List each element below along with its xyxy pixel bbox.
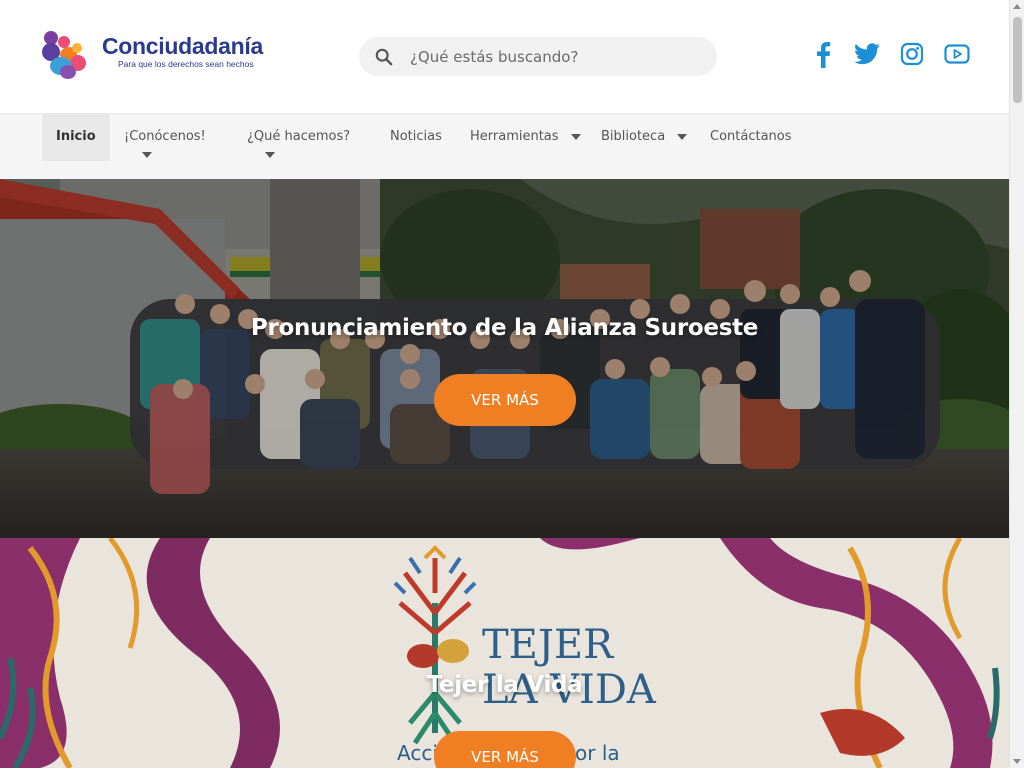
site-logo[interactable]: Conciudadanía Para que los derechos sean… — [42, 31, 263, 83]
page: Conciudadanía Para que los derechos sean… — [0, 0, 1009, 768]
page-scrollbar[interactable] — [1009, 0, 1024, 768]
search-input[interactable] — [410, 47, 690, 66]
hero-slide: TEJER LA VIDA Acci or la Tejer la Vida V… — [0, 538, 1009, 768]
nav-item-inicio[interactable]: Inicio — [42, 114, 110, 161]
chevron-down-icon — [142, 152, 152, 158]
group-photo — [0, 179, 1009, 538]
search-icon[interactable] — [375, 48, 393, 66]
artwork-text: TEJER — [482, 622, 615, 668]
instagram-icon[interactable] — [897, 40, 927, 68]
facebook-icon[interactable] — [808, 40, 838, 68]
slide-title: Pronunciamiento de la Alianza Suroeste — [250, 315, 759, 341]
ver-mas-button[interactable]: VER MÁS — [434, 731, 576, 768]
nav-item-label: Herramientas — [470, 129, 559, 144]
nav-item-label: Contáctanos — [710, 129, 792, 144]
chevron-down-icon — [677, 133, 688, 140]
nav-item-label: ¿Qué hacemos? — [247, 129, 351, 144]
site-header: Conciudadanía Para que los derechos sean… — [0, 0, 1009, 113]
nav-item-conocenos[interactable]: ¡Conócenos! — [124, 114, 206, 161]
chevron-down-icon — [570, 133, 581, 140]
twitter-icon[interactable] — [852, 40, 882, 68]
scroll-down-icon[interactable] — [1013, 759, 1021, 764]
logo-mark-icon — [42, 31, 96, 83]
nav-item-label: Biblioteca — [601, 129, 666, 144]
nav-item-herramientas[interactable]: Herramientas — [470, 114, 581, 161]
nav-item-que-hacemos[interactable]: ¿Qué hacemos? — [247, 114, 350, 161]
nav-item-contactanos[interactable]: Contáctanos — [710, 114, 792, 161]
scroll-up-icon[interactable] — [1013, 4, 1021, 9]
slide-title: Tejer la Vida — [426, 672, 583, 698]
search-bar — [359, 37, 717, 76]
nav-item-noticias[interactable]: Noticias — [390, 114, 442, 161]
nav-item-label: Inicio — [56, 129, 96, 144]
artwork-text: or la — [575, 741, 620, 765]
artwork-text: Acci — [397, 741, 438, 765]
nav-item-biblioteca[interactable]: Biblioteca — [601, 114, 688, 161]
logo-tagline: Para que los derechos sean hechos — [118, 59, 254, 69]
nav-item-label: ¡Conócenos! — [124, 129, 206, 144]
main-nav: Inicio ¡Conócenos! ¿Qué hacemos? Noticia… — [0, 113, 1009, 179]
hero-slide: Pronunciamiento de la Alianza Suroeste V… — [0, 179, 1009, 538]
chevron-down-icon — [265, 152, 275, 158]
youtube-icon[interactable] — [942, 40, 972, 68]
logo-title: Conciudadanía — [102, 33, 263, 59]
nav-item-label: Noticias — [390, 129, 442, 144]
scrollbar-thumb[interactable] — [1013, 17, 1022, 103]
ver-mas-button[interactable]: VER MÁS — [434, 374, 576, 426]
